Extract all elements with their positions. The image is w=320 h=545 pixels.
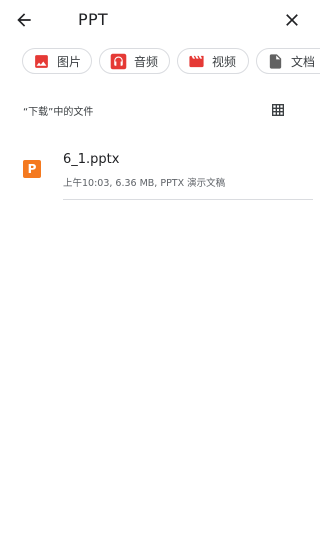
chip-label: 文档	[291, 54, 316, 69]
headphones-icon	[109, 52, 127, 70]
close-icon	[286, 14, 298, 26]
list-divider	[63, 199, 313, 200]
clear-search-button[interactable]	[280, 8, 304, 32]
chip-video[interactable]: 视频	[177, 48, 249, 74]
top-app-bar: PPT	[0, 0, 320, 40]
pptx-file-icon: P	[23, 160, 41, 178]
grid-view-icon	[272, 104, 284, 116]
file-list-item[interactable]: P 6_1.pptx 上午10:03, 6.36 MB, PPTX 演示文稿	[0, 140, 320, 200]
back-button[interactable]	[12, 8, 36, 32]
movie-icon	[187, 52, 205, 70]
chip-label: 图片	[57, 54, 82, 69]
chip-images[interactable]: 图片	[22, 48, 92, 74]
document-icon	[266, 52, 284, 70]
file-name: 6_1.pptx	[63, 152, 120, 167]
chip-audio[interactable]: 音频	[99, 48, 170, 74]
search-query[interactable]: PPT	[78, 10, 108, 29]
chip-label: 视频	[212, 54, 237, 69]
image-icon	[32, 52, 50, 70]
chip-label: 音频	[134, 54, 159, 69]
chip-documents[interactable]: 文档	[256, 48, 320, 74]
filter-chips: 图片 音频 视频 文档	[0, 48, 320, 76]
grid-view-toggle[interactable]	[270, 102, 286, 118]
file-details: 上午10:03, 6.36 MB, PPTX 演示文稿	[63, 178, 226, 189]
section-title: “下载”中的文件	[23, 107, 94, 118]
arrow-left-icon	[17, 13, 31, 27]
